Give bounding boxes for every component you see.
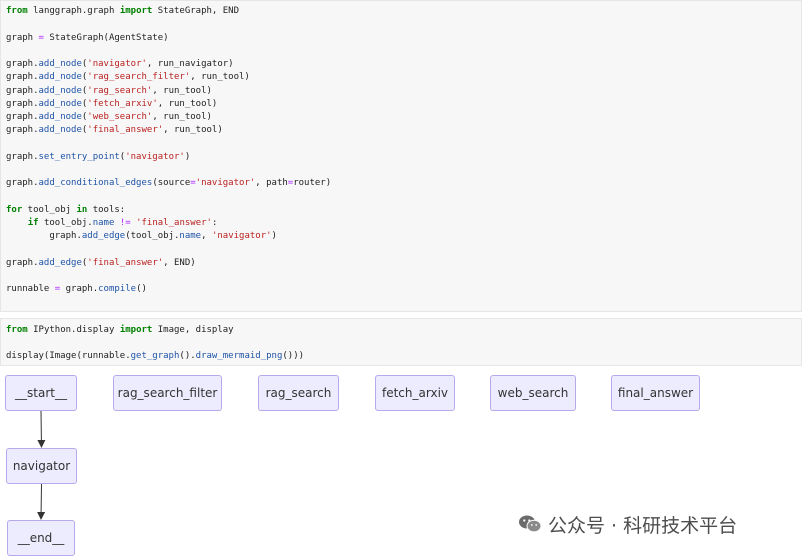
edge-start-navigator xyxy=(37,410,46,448)
watermark-text: 公众号 · 科研技术平台 xyxy=(548,514,738,537)
wechat-icon xyxy=(519,515,542,533)
edge-navigator-end xyxy=(37,483,46,520)
watermark: 公众号 · 科研技术平台 xyxy=(518,510,737,538)
node-web-search: web_search xyxy=(490,375,576,411)
node-start: __start__ xyxy=(5,375,77,411)
node-fetch-arxiv: fetch_arxiv xyxy=(375,375,455,411)
node-rag-search: rag_search xyxy=(258,375,339,411)
node-navigator: navigator xyxy=(6,448,77,484)
node-end: __end__ xyxy=(7,520,75,556)
node-final-answer: final_answer xyxy=(611,375,700,411)
node-rag-search-filter: rag_search_filter xyxy=(113,375,222,411)
graph-edges xyxy=(37,410,46,520)
